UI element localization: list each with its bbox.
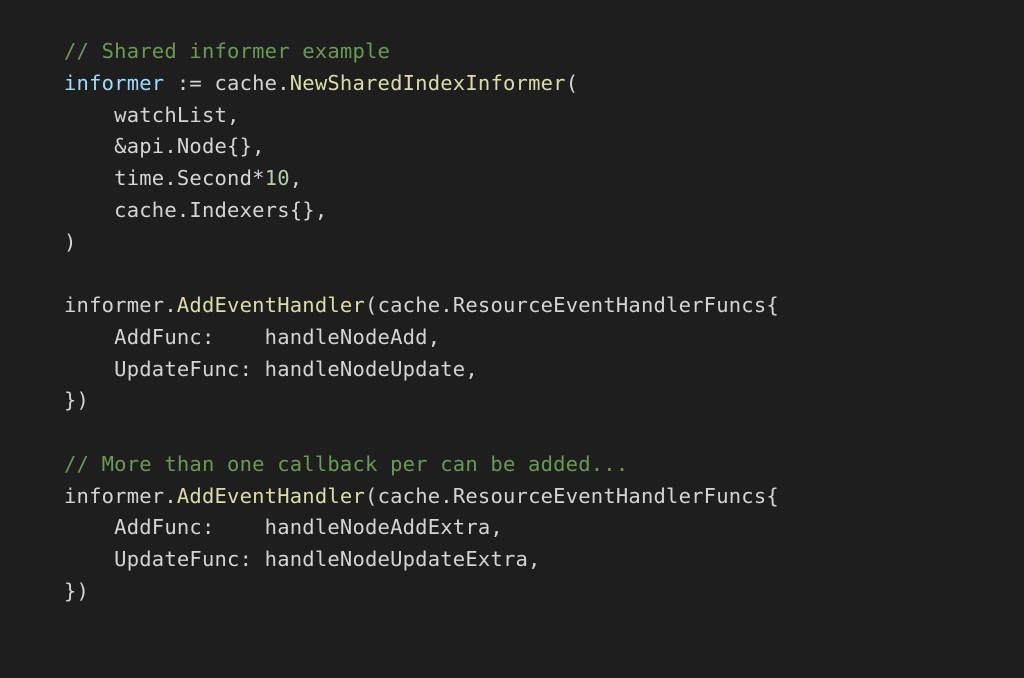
code-line: informer.AddEventHandler(cache.ResourceE…	[64, 484, 779, 508]
code-line: AddFunc: handleNodeAdd,	[64, 325, 440, 349]
code-token: ,	[290, 166, 303, 190]
code-token: UpdateFunc: handleNodeUpdate,	[114, 357, 478, 381]
code-token: )	[64, 230, 77, 254]
code-token	[64, 515, 114, 539]
code-token: (cache.ResourceEventHandlerFuncs{	[365, 484, 779, 508]
code-token: informer.	[64, 484, 177, 508]
code-line: informer.AddEventHandler(cache.ResourceE…	[64, 293, 779, 317]
code-token: NewSharedIndexInformer	[290, 71, 566, 95]
code-token: })	[64, 579, 89, 603]
code-line: &api.Node{},	[64, 134, 265, 158]
code-token: informer.	[64, 293, 177, 317]
code-token: })	[64, 388, 89, 412]
code-token: 10	[265, 166, 290, 190]
code-token	[64, 134, 114, 158]
code-token: // More than one callback per can be add…	[64, 452, 628, 476]
code-token: AddFunc: handleNodeAdd,	[114, 325, 440, 349]
code-line: UpdateFunc: handleNodeUpdate,	[64, 357, 478, 381]
code-line: informer := cache.NewSharedIndexInformer…	[64, 71, 578, 95]
code-line: time.Second*10,	[64, 166, 302, 190]
code-token: informer	[64, 71, 164, 95]
code-token: (	[566, 71, 579, 95]
code-token: cache.Indexers{},	[114, 198, 327, 222]
code-line: watchList,	[64, 103, 240, 127]
code-line: )	[64, 230, 77, 254]
code-token: UpdateFunc: handleNodeUpdateExtra,	[114, 547, 540, 571]
code-token	[64, 103, 114, 127]
code-token	[64, 547, 114, 571]
code-token: // Shared informer example	[64, 39, 390, 63]
code-token: &api.Node{},	[114, 134, 265, 158]
code-line: UpdateFunc: handleNodeUpdateExtra,	[64, 547, 541, 571]
code-token: AddEventHandler	[177, 293, 365, 317]
code-token: (cache.ResourceEventHandlerFuncs{	[365, 293, 779, 317]
code-line: AddFunc: handleNodeAddExtra,	[64, 515, 503, 539]
code-line: // Shared informer example	[64, 39, 390, 63]
code-block: // Shared informer example informer := c…	[0, 0, 1024, 608]
code-token	[64, 166, 114, 190]
code-line: })	[64, 388, 89, 412]
code-token: AddFunc: handleNodeAddExtra,	[114, 515, 503, 539]
code-token: time.Second*	[114, 166, 265, 190]
code-token	[64, 357, 114, 381]
code-token: AddEventHandler	[177, 484, 365, 508]
code-token: watchList,	[114, 103, 239, 127]
code-line: })	[64, 579, 89, 603]
code-token: := cache.	[164, 71, 289, 95]
code-token	[64, 198, 114, 222]
code-token	[64, 325, 114, 349]
code-line: // More than one callback per can be add…	[64, 452, 628, 476]
code-line: cache.Indexers{},	[64, 198, 327, 222]
